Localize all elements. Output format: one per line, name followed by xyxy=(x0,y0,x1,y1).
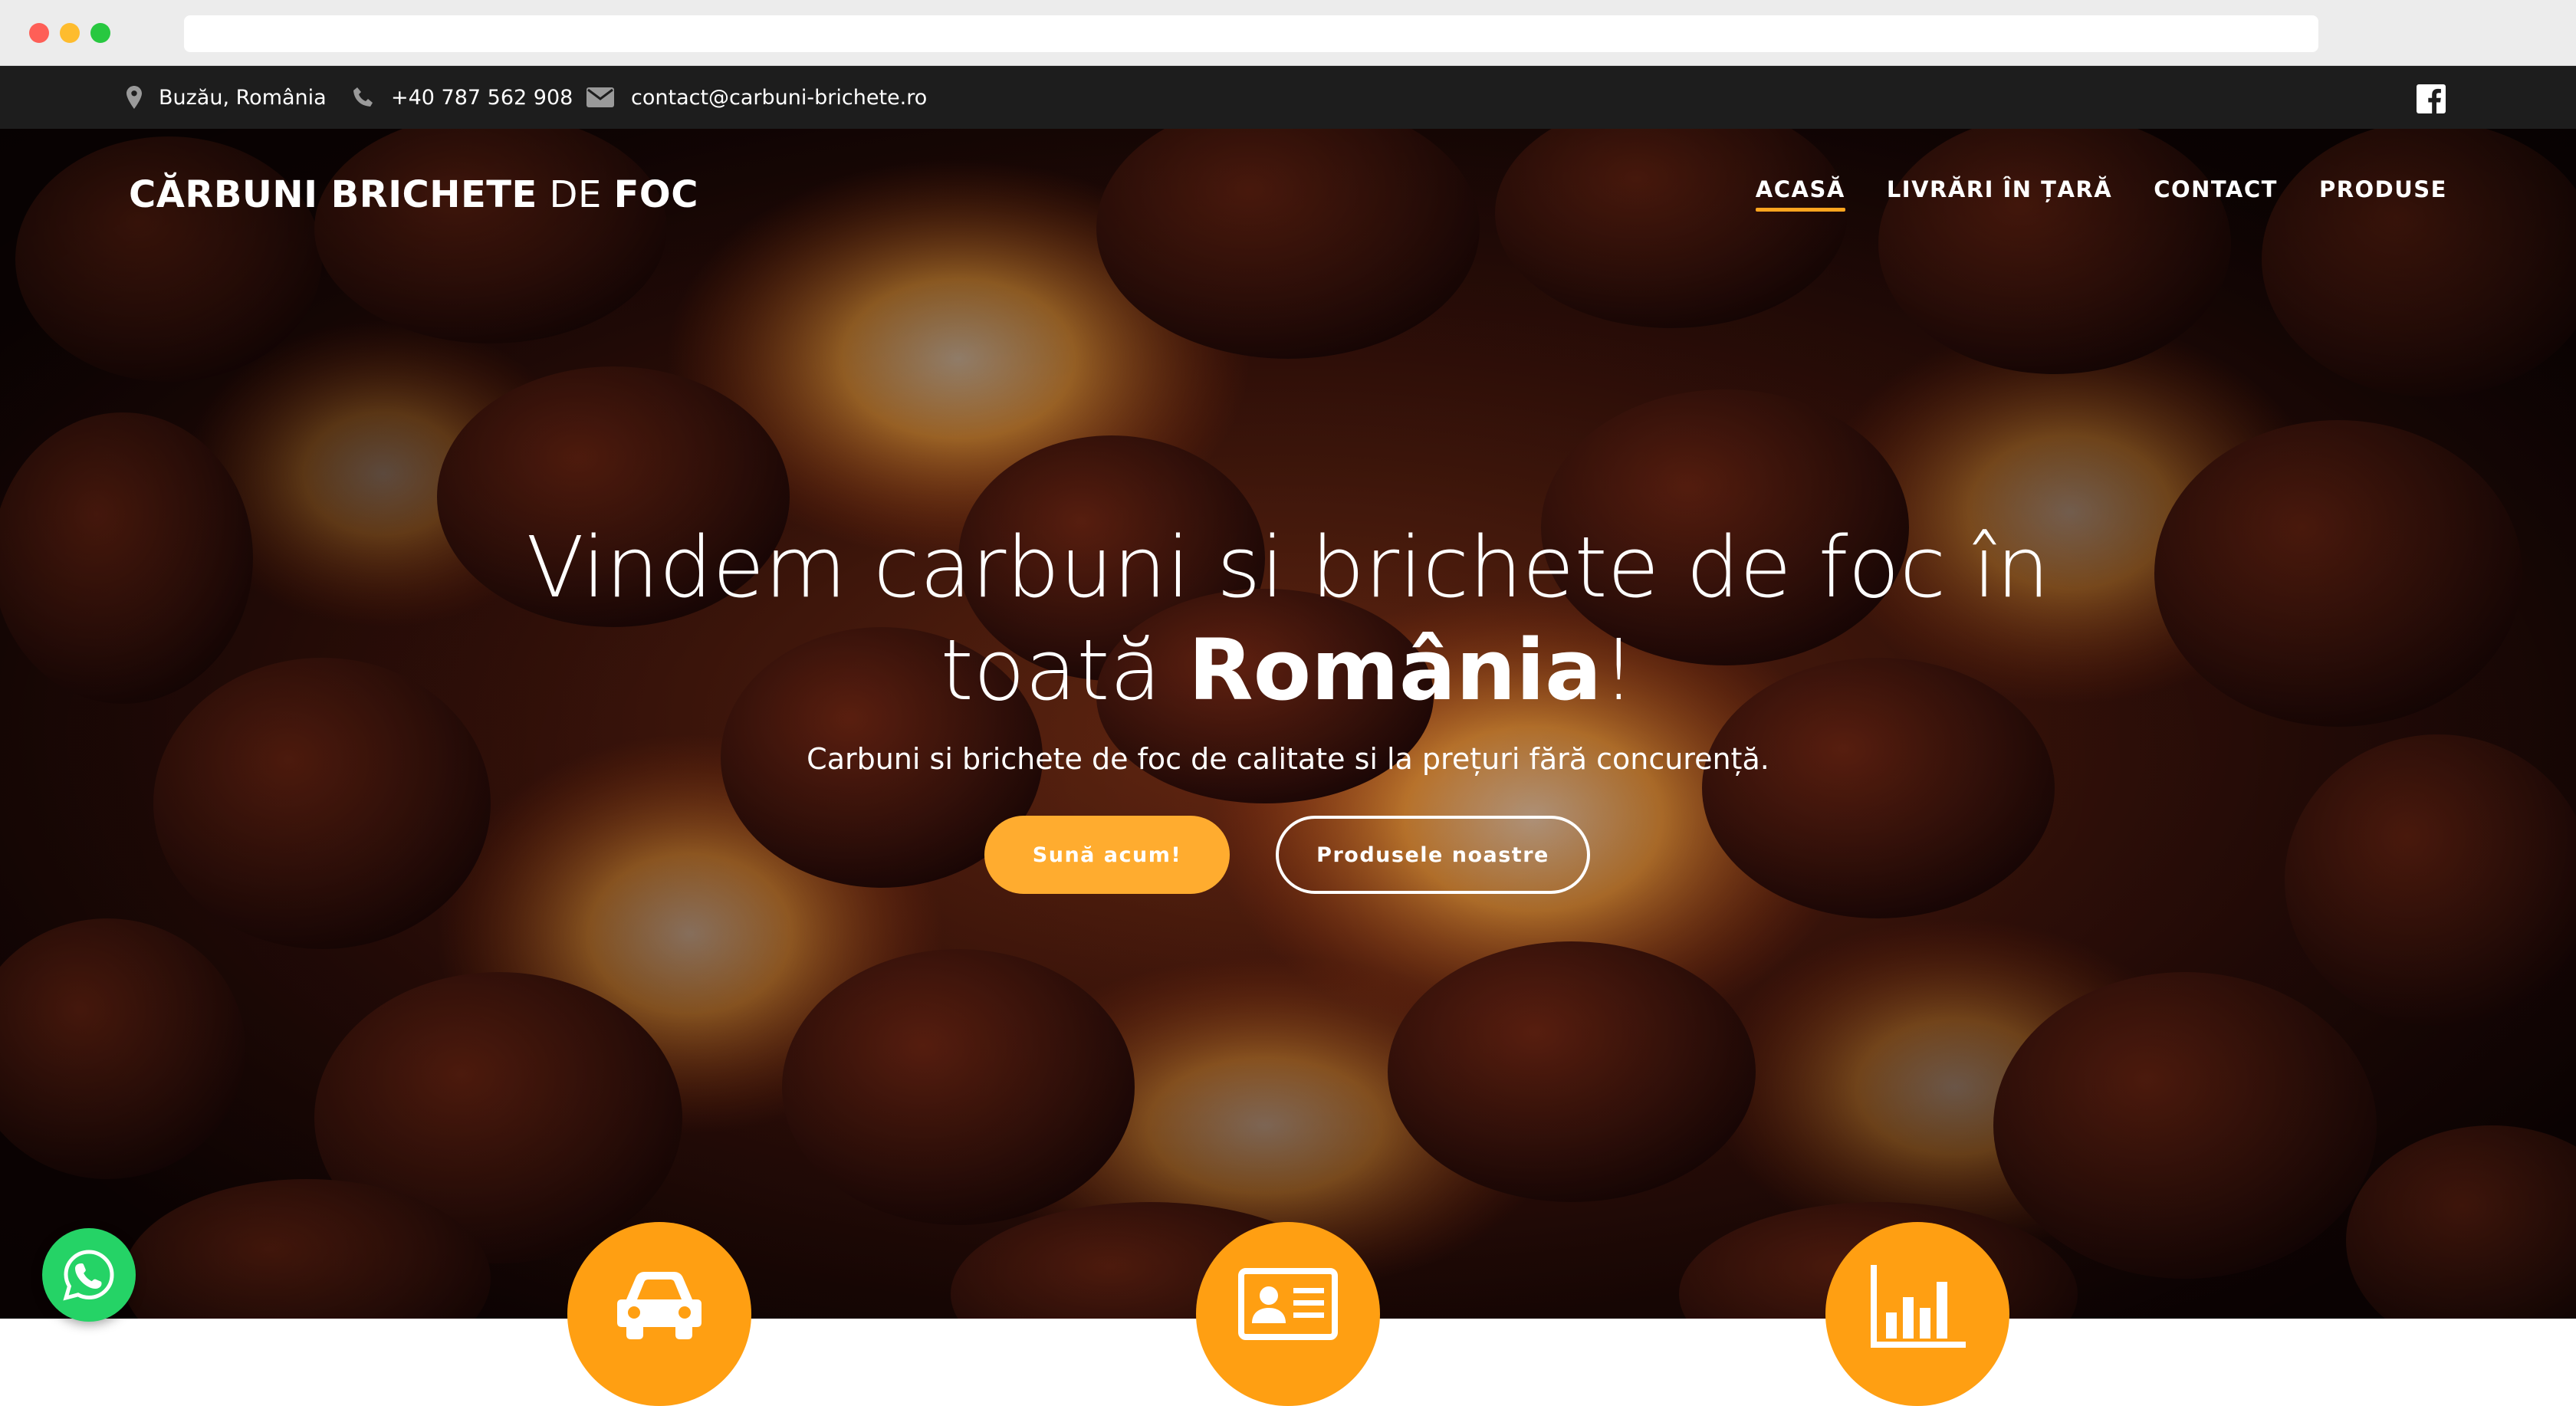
hero-section: CĂRBUNI BRICHETE DE FOC ACASĂ LIVRĂRI ÎN… xyxy=(0,129,2576,1319)
hero-headline: Vindem carbuni si brichete de foc în toa… xyxy=(0,516,2576,721)
car-icon xyxy=(617,1272,702,1339)
headline-line-2-prefix: toată xyxy=(940,621,1162,719)
email-text[interactable]: contact@carbuni-brichete.ro xyxy=(631,86,927,110)
contact-topbar: Buzău, România +40 787 562 908 contact@c… xyxy=(0,66,2576,129)
feature-contact xyxy=(1196,1222,1380,1406)
location-text: Buzău, România xyxy=(159,85,327,110)
logo-text-end: FOC xyxy=(613,173,698,216)
site-logo[interactable]: CĂRBUNI BRICHETE DE FOC xyxy=(129,173,698,216)
nav-item-acasa[interactable]: ACASĂ xyxy=(1755,176,1845,212)
headline-exclamation: ! xyxy=(1602,621,1636,719)
phone-text[interactable]: +40 787 562 908 xyxy=(391,86,573,110)
feature-prices xyxy=(1825,1222,2009,1406)
whatsapp-icon xyxy=(63,1250,114,1301)
call-now-button[interactable]: Sună acum! xyxy=(984,816,1230,894)
hero-subtitle: Carbuni si brichete de foc de calitate s… xyxy=(807,742,1769,776)
maximize-window-button[interactable] xyxy=(90,23,110,43)
logo-text-main: CĂRBUNI BRICHETE xyxy=(129,173,537,216)
nav-item-contact[interactable]: CONTACT xyxy=(2154,176,2278,212)
address-bar[interactable] xyxy=(184,15,2318,52)
nav-item-produse[interactable]: PRODUSE xyxy=(2319,176,2447,212)
whatsapp-button[interactable] xyxy=(42,1228,136,1322)
phone-icon xyxy=(353,87,373,107)
logo-text-connector: DE xyxy=(549,173,602,216)
envelope-icon xyxy=(586,87,614,107)
bar-chart-icon xyxy=(1871,1265,1966,1348)
id-card-icon xyxy=(1238,1268,1338,1340)
nav-item-livrari[interactable]: LIVRĂRI ÎN ȚARĂ xyxy=(1887,176,2112,212)
hero-overlay xyxy=(0,129,2576,1319)
map-pin-icon xyxy=(127,86,142,109)
location-info: Buzău, România xyxy=(127,66,327,129)
headline-country: România xyxy=(1188,621,1602,719)
minimize-window-button[interactable] xyxy=(60,23,80,43)
feature-delivery xyxy=(567,1222,751,1406)
close-window-button[interactable] xyxy=(29,23,49,43)
main-navigation: ACASĂ LIVRĂRI ÎN ȚARĂ CONTACT PRODUSE xyxy=(1755,176,2447,212)
our-products-button[interactable]: Produsele noastre xyxy=(1276,816,1590,894)
browser-chrome xyxy=(0,0,2576,66)
facebook-icon[interactable] xyxy=(2417,84,2446,113)
headline-line-1: Vindem carbuni si brichete de foc în xyxy=(526,518,2050,616)
phone-info[interactable]: +40 787 562 908 xyxy=(353,66,573,129)
email-info[interactable]: contact@carbuni-brichete.ro xyxy=(586,66,927,129)
